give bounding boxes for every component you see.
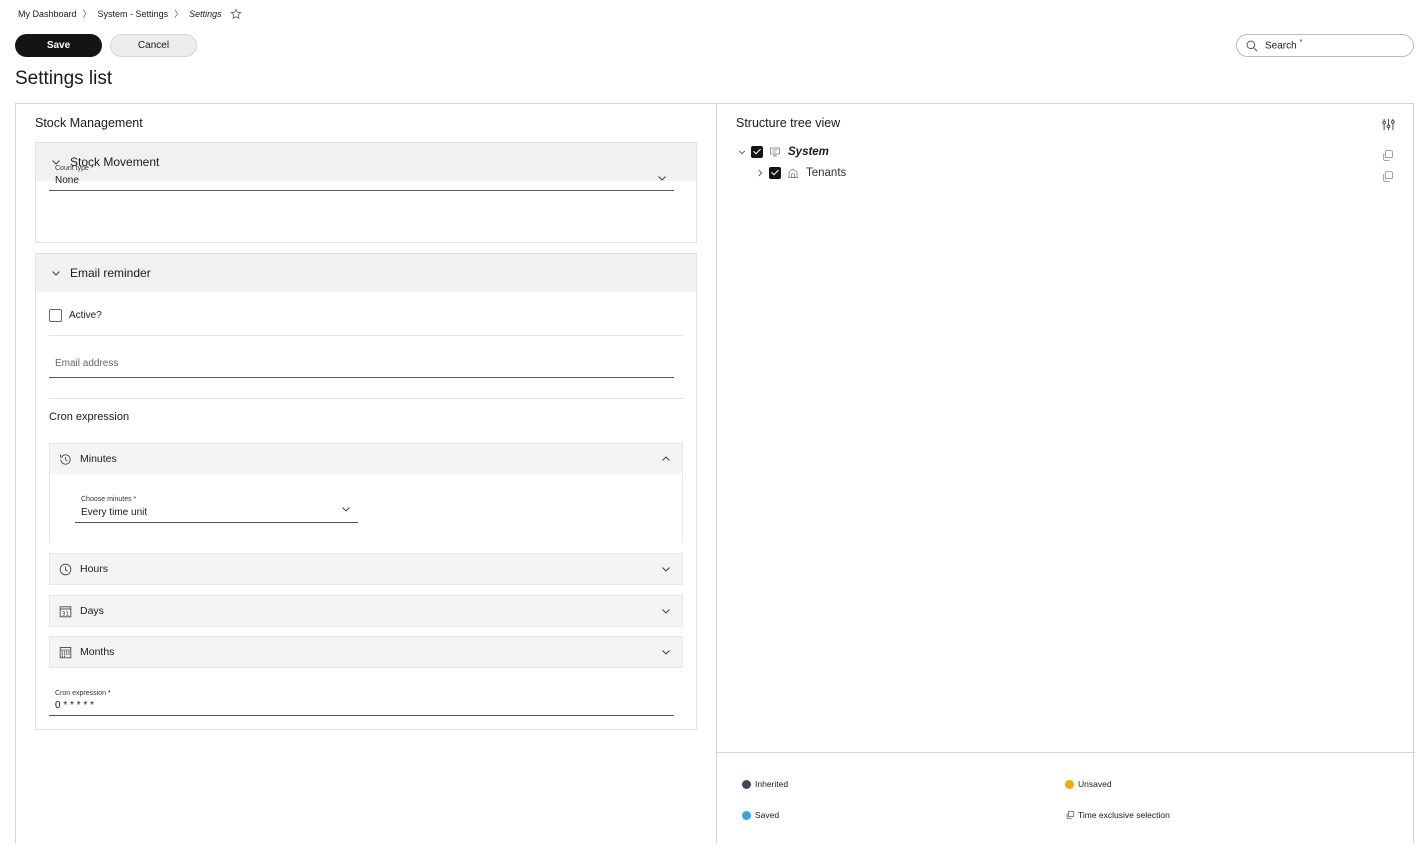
- copy-icon: [1066, 810, 1075, 820]
- count-type-label: Count type *: [55, 165, 94, 172]
- calendar-day-icon: 31: [59, 605, 72, 617]
- days-header[interactable]: 31 Days: [50, 596, 682, 626]
- email-reminder-title: Email reminder: [70, 266, 151, 280]
- minutes-header[interactable]: Minutes: [50, 444, 682, 474]
- system-label: System: [788, 146, 829, 158]
- clock-icon: [59, 563, 72, 575]
- chevron-down-icon: [662, 567, 670, 572]
- search-label: Search *: [1265, 39, 1303, 52]
- breadcrumb-separator: 〉: [82, 9, 92, 19]
- cron-expression-input[interactable]: Cron expression * 0 * * * * *: [49, 688, 674, 716]
- breadcrumb-system-settings[interactable]: System - Settings: [98, 9, 169, 19]
- building-icon: [788, 168, 798, 178]
- months-title: Months: [80, 646, 115, 658]
- copy-icon[interactable]: [1381, 170, 1394, 183]
- hours-header[interactable]: Hours: [50, 554, 682, 584]
- minutes-accordion: Minutes Choose minutes * Every time unit: [49, 443, 683, 543]
- chevron-up-icon: [662, 456, 670, 461]
- chevron-down-icon: [662, 650, 670, 655]
- search-input[interactable]: Search *: [1236, 34, 1414, 57]
- chevron-down-icon: [342, 507, 350, 512]
- cron-expression-title: Cron expression: [49, 411, 130, 423]
- history-clock-icon: [60, 453, 71, 465]
- svg-text:31: 31: [62, 611, 70, 617]
- saved-label: Saved: [755, 810, 780, 820]
- filter-settings-icon[interactable]: [1381, 117, 1396, 132]
- copy-icon[interactable]: [1381, 149, 1394, 162]
- chevron-down-icon: [658, 176, 666, 181]
- tree-title: Structure tree view: [736, 116, 841, 130]
- hours-accordion: Hours: [49, 553, 683, 585]
- legend-unsaved: Unsaved: [1065, 779, 1112, 789]
- chevron-down-icon: [52, 271, 60, 276]
- cron-expression-value: 0 * * * * *: [55, 700, 94, 711]
- chevron-down-icon: [662, 609, 670, 614]
- email-reminder-card: Email reminder Active? Email address Cro…: [35, 253, 697, 730]
- divider: [49, 398, 683, 399]
- chevron-right-icon[interactable]: [755, 168, 765, 178]
- cancel-button[interactable]: Cancel: [110, 34, 197, 57]
- tree-node-tenants[interactable]: Tenants: [755, 167, 846, 179]
- legend: Inherited Unsaved Saved Time exclusive s…: [717, 752, 1415, 852]
- breadcrumb-separator: 〉: [174, 9, 184, 19]
- tenants-label: Tenants: [806, 167, 847, 179]
- breadcrumb: My Dashboard 〉 System - Settings 〉 Setti…: [18, 7, 242, 20]
- unsaved-dot: [1065, 779, 1074, 789]
- section-title: Stock Management: [35, 116, 143, 130]
- chevron-down-icon[interactable]: [737, 147, 747, 157]
- star-icon[interactable]: [230, 7, 242, 20]
- active-checkbox[interactable]: [49, 309, 62, 322]
- structure-tree-panel: Structure tree view System Tenants Inher…: [716, 104, 1415, 843]
- hours-title: Hours: [80, 563, 109, 575]
- legend-time-exclusive: Time exclusive selection: [1065, 810, 1170, 820]
- email-reminder-header[interactable]: Email reminder: [36, 254, 696, 292]
- inherited-label: Inherited: [755, 779, 789, 789]
- breadcrumb-dashboard[interactable]: My Dashboard: [18, 9, 77, 19]
- legend-saved: Saved: [742, 810, 779, 820]
- choose-minutes-value: Every time unit: [81, 507, 148, 518]
- settings-panel: Stock Management Stock Movement Count ty…: [16, 104, 716, 843]
- breadcrumb-current: Settings: [189, 8, 222, 19]
- search-icon: [1246, 40, 1258, 52]
- settings-main: Stock Management Stock Movement Count ty…: [15, 103, 1415, 843]
- count-type-value: None: [55, 175, 79, 186]
- time-exclusive-label: Time exclusive selection: [1078, 810, 1170, 820]
- count-type-select[interactable]: Count type * None: [49, 164, 674, 191]
- active-checkbox-row: Active?: [49, 309, 102, 322]
- stock-movement-card: Stock Movement Count type * None: [35, 142, 697, 243]
- months-accordion: Months: [49, 636, 683, 668]
- page-title: Settings list: [15, 68, 113, 89]
- unsaved-label: Unsaved: [1078, 779, 1112, 789]
- legend-inherited: Inherited: [742, 779, 788, 789]
- system-checkbox[interactable]: [751, 146, 763, 158]
- choose-minutes-select[interactable]: Choose minutes * Every time unit: [75, 495, 358, 523]
- calendar-month-icon: [59, 646, 72, 658]
- tree-node-system[interactable]: System: [737, 146, 829, 158]
- divider: [49, 335, 683, 336]
- minutes-body: Choose minutes * Every time unit: [50, 474, 682, 543]
- cron-expression-label: Cron expression *: [55, 690, 111, 697]
- months-header[interactable]: Months: [50, 637, 682, 667]
- active-label: Active?: [69, 310, 102, 321]
- monitor-icon: [770, 147, 780, 157]
- email-address-input[interactable]: Email address: [49, 352, 674, 378]
- tenants-checkbox[interactable]: [769, 167, 781, 179]
- minutes-title: Minutes: [80, 453, 117, 465]
- email-address-placeholder: Email address: [55, 358, 119, 369]
- saved-dot: [742, 810, 751, 820]
- choose-minutes-label: Choose minutes *: [81, 496, 137, 503]
- inherited-dot: [742, 779, 751, 789]
- save-button[interactable]: Save: [15, 34, 102, 57]
- days-title: Days: [80, 605, 104, 617]
- days-accordion: 31 Days: [49, 595, 683, 627]
